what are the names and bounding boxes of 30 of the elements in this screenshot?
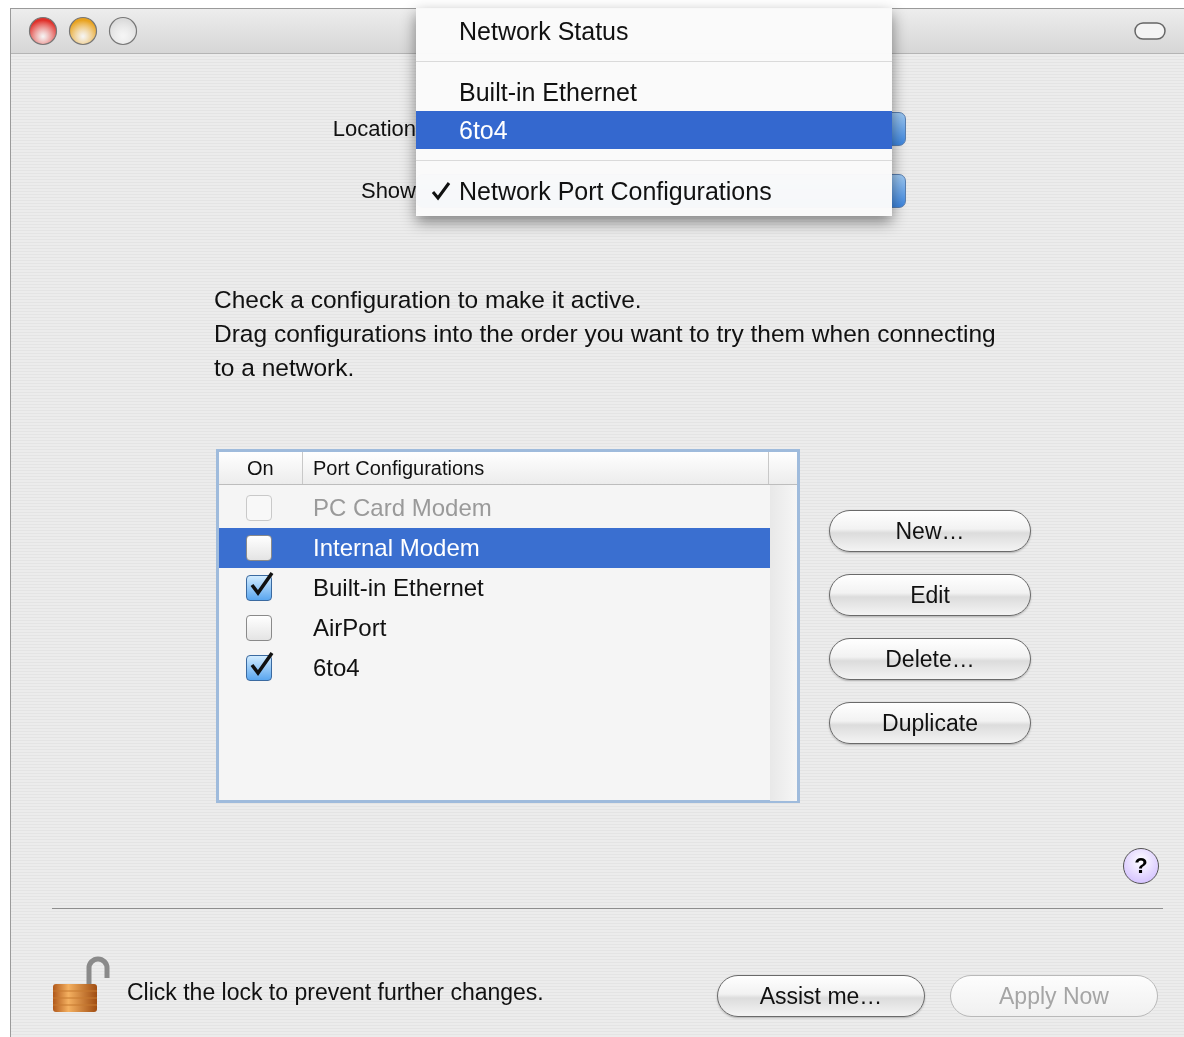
- checkmark-icon: [431, 181, 451, 201]
- action-button[interactable]: Duplicate: [829, 702, 1031, 744]
- column-header[interactable]: On: [219, 452, 303, 484]
- table-row[interactable]: AirPort: [219, 608, 770, 648]
- help-button[interactable]: ?: [1123, 848, 1159, 884]
- minimize-button[interactable]: [68, 16, 98, 46]
- action-button[interactable]: Delete…: [829, 638, 1031, 680]
- checkbox[interactable]: [246, 655, 272, 681]
- table-row[interactable]: 6to4: [219, 648, 770, 688]
- instruction-text: Drag configurations into the order you want to try them when connecting to a network.: [214, 319, 997, 383]
- column-header[interactable]: Port Configurations: [303, 452, 769, 484]
- scrollbar-track[interactable]: [770, 485, 797, 801]
- assist-button[interactable]: Assist me…: [717, 975, 925, 1017]
- toolbar-toggle-button[interactable]: [1134, 22, 1166, 40]
- close-button[interactable]: [28, 16, 58, 46]
- action-button[interactable]: New…: [829, 510, 1031, 552]
- lock-message: Click the lock to prevent further changes.: [127, 977, 545, 1006]
- menu-item[interactable]: Built-in Ethernet: [416, 73, 892, 111]
- instruction-text: Check a configuration to make it active.: [214, 285, 643, 315]
- zoom-button[interactable]: [108, 16, 138, 46]
- checkbox[interactable]: [246, 615, 272, 641]
- table-row[interactable]: Internal Modem: [219, 528, 770, 568]
- action-button[interactable]: Edit: [829, 574, 1031, 616]
- show-label: Show: [359, 178, 416, 204]
- menu-item[interactable]: 6to4: [416, 111, 892, 149]
- menu-item[interactable]: Network Port Configurations: [416, 172, 892, 210]
- location-label: Location: [331, 116, 416, 142]
- checkbox[interactable]: [246, 575, 272, 601]
- checkbox[interactable]: [246, 535, 272, 561]
- table-row[interactable]: Built-in Ethernet: [219, 568, 770, 608]
